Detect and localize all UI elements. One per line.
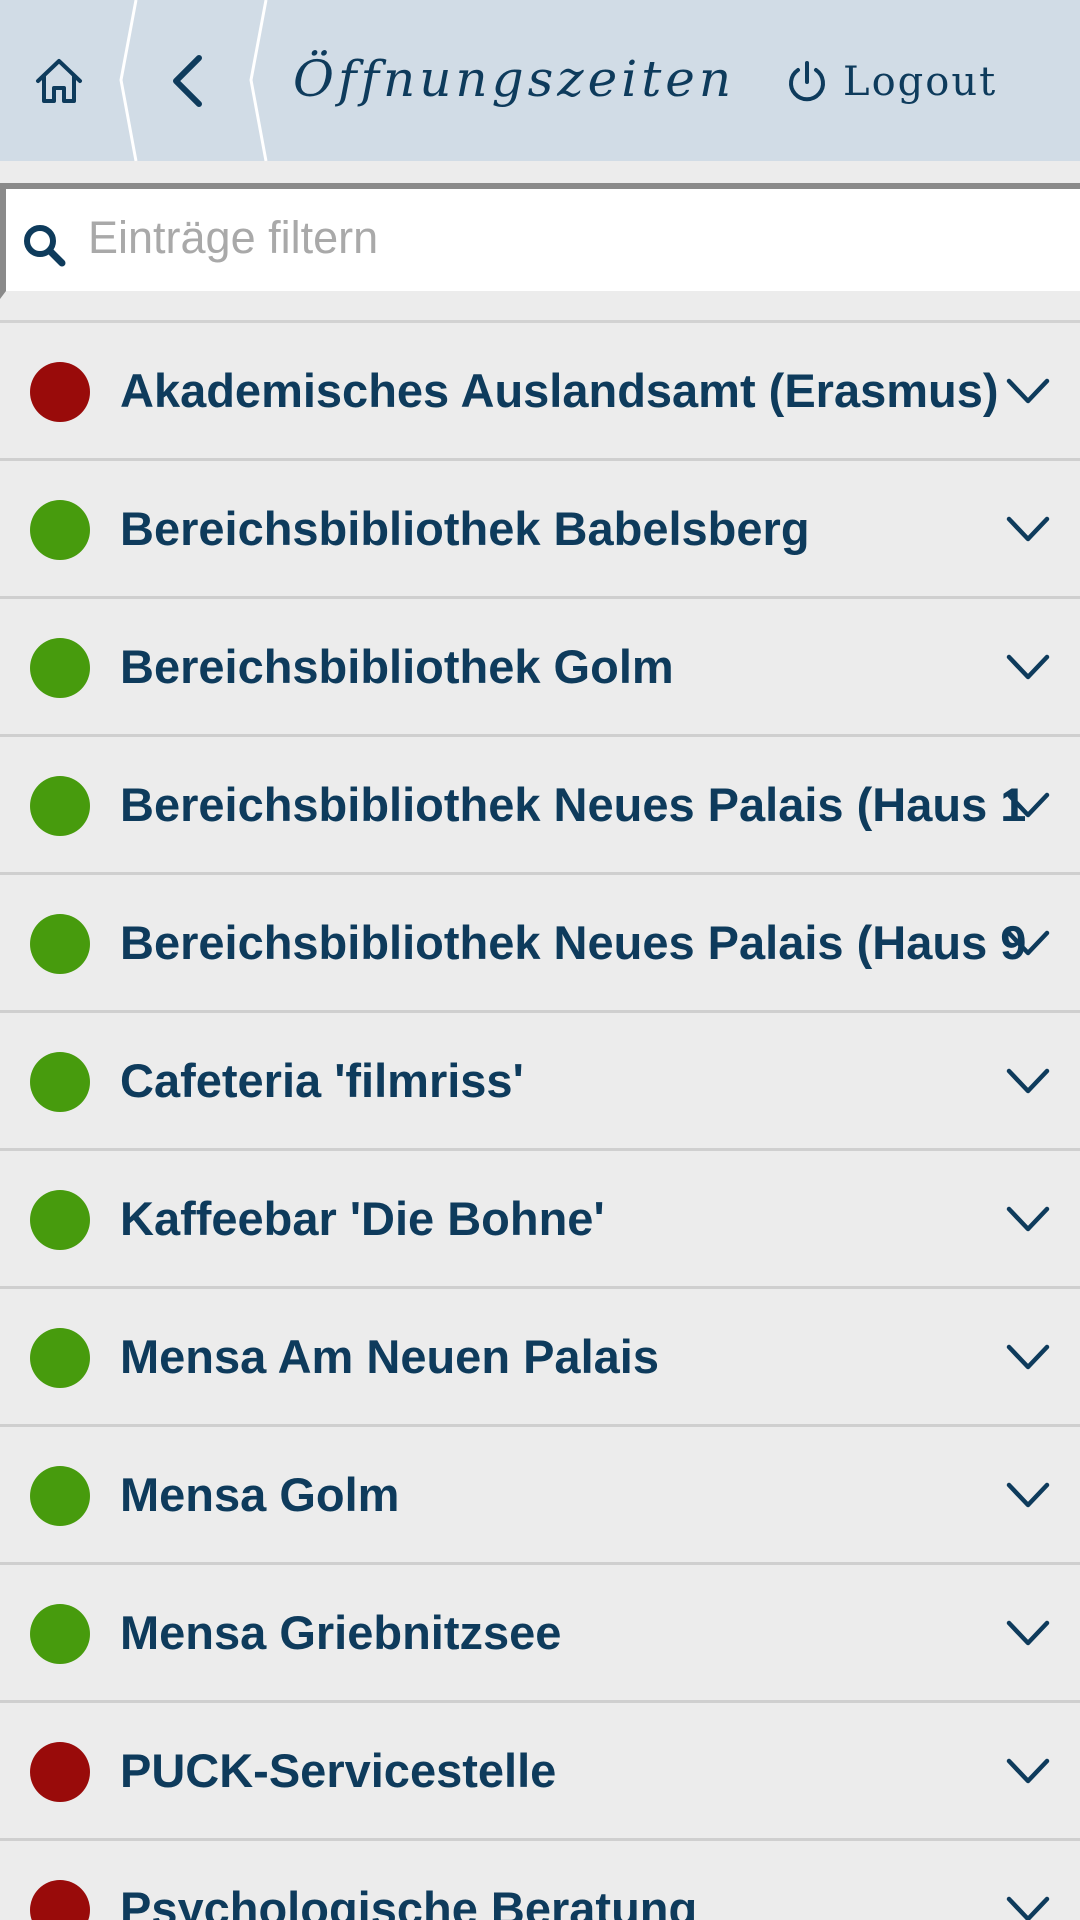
list-item-label: Akademisches Auslandsamt (Erasmus) <box>120 364 999 417</box>
status-indicator-open <box>30 1466 90 1526</box>
status-indicator-open <box>30 1604 90 1664</box>
filter-input[interactable] <box>88 203 1068 273</box>
chevron-left-icon <box>173 54 202 107</box>
status-indicator-open <box>30 500 90 560</box>
page-title: Öffnungszeiten <box>293 50 736 108</box>
list-item[interactable]: Bereichsbibliothek Golm <box>0 599 1080 737</box>
logout-button[interactable]: Logout <box>785 0 997 161</box>
status-indicator-open <box>30 638 90 698</box>
power-icon <box>789 60 825 101</box>
logout-label: Logout <box>843 58 998 105</box>
chevron-down-icon <box>1006 1206 1050 1232</box>
chevron-down-icon <box>1006 1482 1050 1508</box>
chevron-down-icon <box>1006 654 1050 680</box>
chevron-down-icon <box>1006 516 1050 542</box>
list-item[interactable]: Bereichsbibliothek Neues Palais (Haus 10… <box>0 737 1080 875</box>
search-icon <box>24 225 66 267</box>
status-indicator-closed <box>30 1742 90 1802</box>
list-item-label: PUCK-Servicestelle <box>120 1744 557 1797</box>
chevron-down-icon <box>1006 1068 1050 1094</box>
filter-bar <box>0 183 1080 299</box>
list-item-label: Kaffeebar 'Die Bohne' <box>120 1192 605 1245</box>
chevron-down-icon <box>1006 1344 1050 1370</box>
status-indicator-open <box>30 1190 90 1250</box>
chevron-down-icon <box>1006 792 1050 818</box>
status-indicator-open <box>30 776 90 836</box>
chevron-down-icon <box>1006 1896 1050 1920</box>
list-item-label: Bereichsbibliothek Neues Palais (Haus 10… <box>120 778 1025 831</box>
chevron-down-icon <box>1006 378 1050 404</box>
list-item-label: Bereichsbibliothek Neues Palais (Haus 9 … <box>120 916 1025 969</box>
list-item-label: Mensa Golm <box>120 1468 400 1521</box>
list-item-label: Mensa Griebnitzsee <box>120 1606 562 1659</box>
list-item[interactable]: Bereichsbibliothek Neues Palais (Haus 9 … <box>0 875 1080 1013</box>
chevron-down-icon <box>1006 930 1050 956</box>
list-item-label: Mensa Am Neuen Palais <box>120 1330 659 1383</box>
chevron-down-icon <box>1006 1758 1050 1784</box>
status-indicator-open <box>30 914 90 974</box>
home-icon <box>36 58 82 103</box>
home-button[interactable] <box>0 0 118 161</box>
chevron-down-icon <box>1006 1620 1050 1646</box>
list-item[interactable]: Mensa Griebnitzsee <box>0 1565 1080 1703</box>
list-item[interactable]: Kaffeebar 'Die Bohne' <box>0 1151 1080 1289</box>
list-item[interactable]: Psychologische Beratung <box>0 1841 1080 1920</box>
list-item-label: Bereichsbibliothek Babelsberg <box>120 502 810 555</box>
list-item[interactable]: Mensa Golm <box>0 1427 1080 1565</box>
list-item[interactable]: Bereichsbibliothek Babelsberg <box>0 461 1080 599</box>
list-item[interactable]: Cafeteria 'filmriss' <box>0 1013 1080 1151</box>
opening-hours-list: Akademisches Auslandsamt (Erasmus) Berei… <box>0 323 1080 1920</box>
list-item-label: Bereichsbibliothek Golm <box>120 640 674 693</box>
status-indicator-open <box>30 1328 90 1388</box>
list-item-label: Cafeteria 'filmriss' <box>120 1054 524 1107</box>
status-indicator-closed <box>30 362 90 422</box>
list-item-label: Psychologische Beratung <box>120 1882 698 1920</box>
list-item[interactable]: Mensa Am Neuen Palais <box>0 1289 1080 1427</box>
status-indicator-open <box>30 1052 90 1112</box>
list-item[interactable]: Akademisches Auslandsamt (Erasmus) <box>0 323 1080 461</box>
status-indicator-closed <box>30 1880 90 1920</box>
list-item[interactable]: PUCK-Servicestelle <box>0 1703 1080 1841</box>
back-button[interactable] <box>128 0 246 161</box>
app-header: Öffnungszeiten Logout <box>0 0 1080 161</box>
